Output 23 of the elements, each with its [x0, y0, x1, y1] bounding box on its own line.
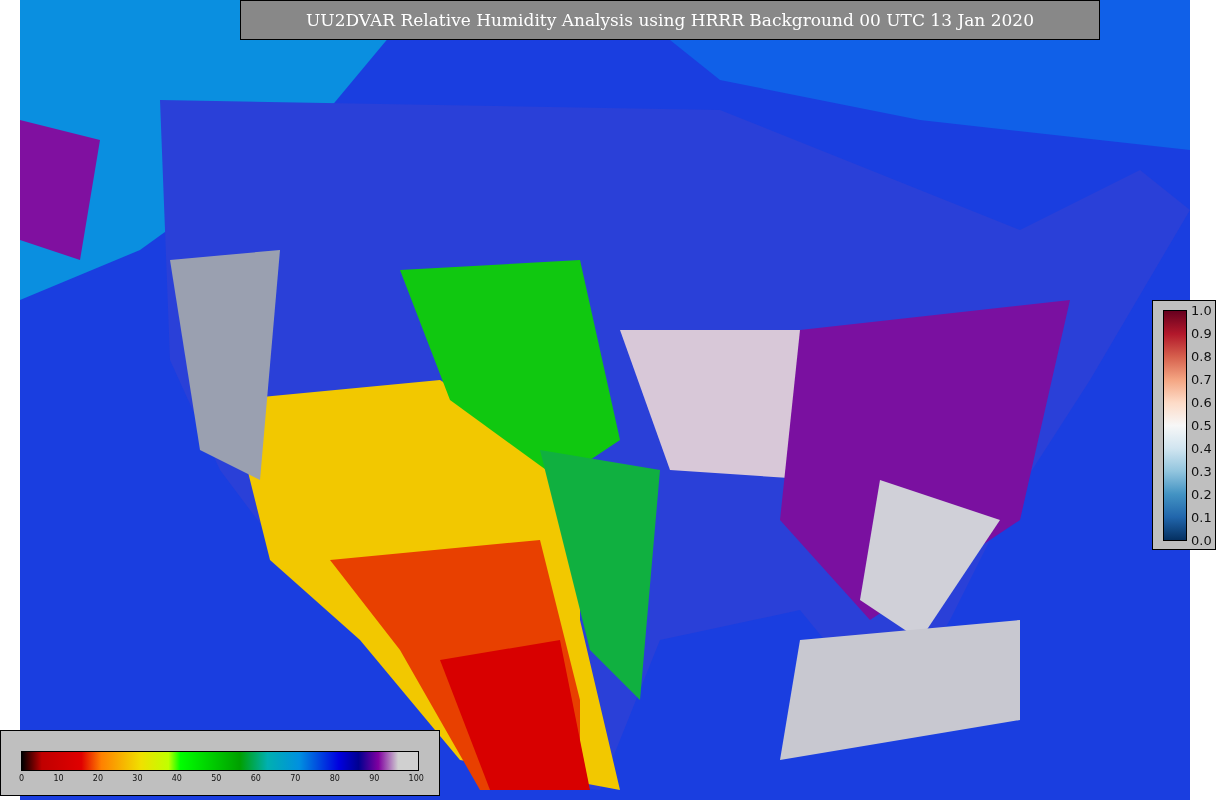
scale-label: 10 [53, 774, 64, 783]
scale-label: 0.3 [1191, 464, 1212, 479]
scale-label: 90 [369, 774, 380, 783]
scale-label: 60 [250, 774, 261, 783]
scale-label: 0 [19, 774, 25, 783]
scale-label: 0.7 [1191, 372, 1212, 387]
scale-label: 40 [171, 774, 182, 783]
scale-label: 0.2 [1191, 487, 1212, 502]
scale-label: 0.8 [1191, 349, 1212, 364]
scale-label: 100 [408, 774, 424, 783]
scale-label: 0.6 [1191, 395, 1212, 410]
scale-label: 0.0 [1191, 533, 1212, 548]
scale-label: 50 [211, 774, 222, 783]
scale-label: 80 [329, 774, 340, 783]
scale-label: 0.5 [1191, 418, 1212, 433]
scale-label: 0.1 [1191, 510, 1212, 525]
scale-label: 20 [92, 774, 104, 783]
scale-label: 30 [132, 774, 143, 783]
map-title: UU2DVAR Relative Humidity Analysis using HRRR Background 00 UTC 13 Jan 2020 [240, 0, 1100, 40]
scale-label: 0.4 [1191, 441, 1212, 456]
scale-label: 0.9 [1191, 326, 1212, 341]
scale-label: 70 [290, 774, 301, 783]
scale-label: 1.0 [1191, 303, 1212, 318]
